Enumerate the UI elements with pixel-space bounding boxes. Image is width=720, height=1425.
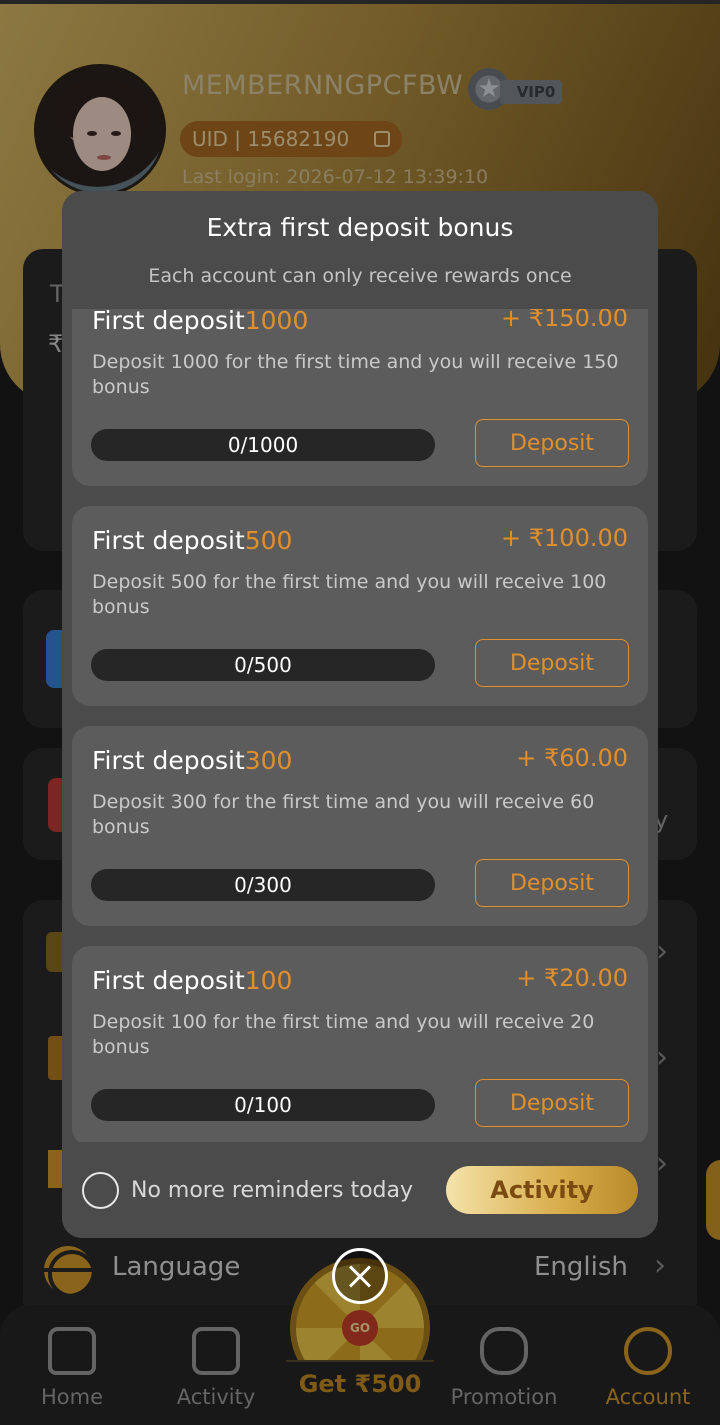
- modal-header: Extra first deposit bonus Each account c…: [62, 191, 658, 309]
- bonus-card-reward: + ₹100.00: [501, 524, 628, 552]
- deposit-button[interactable]: Deposit: [475, 419, 629, 467]
- bonus-card-amount: 100: [244, 966, 293, 995]
- bonus-list[interactable]: First deposit1000 + ₹150.00 Deposit 1000…: [72, 309, 648, 1143]
- bonus-card-progress: 0/500: [91, 649, 435, 681]
- bonus-card-progress: 0/1000: [91, 429, 435, 461]
- no-reminder-label[interactable]: No more reminders today: [131, 1178, 413, 1203]
- bonus-card-reward: + ₹20.00: [516, 964, 628, 992]
- bonus-card-title: First deposit100: [92, 966, 293, 995]
- bonus-card-description: Deposit 300 for the first time and you w…: [92, 791, 595, 838]
- bonus-card-title: First deposit300: [92, 746, 293, 775]
- deposit-button[interactable]: Deposit: [475, 859, 629, 907]
- bonus-card-amount: 300: [244, 746, 293, 775]
- bonus-card: First deposit1000 + ₹150.00 Deposit 1000…: [72, 309, 648, 486]
- bonus-card: First deposit500 + ₹100.00 Deposit 500 f…: [72, 506, 648, 706]
- bonus-card-progress: 0/300: [91, 869, 435, 901]
- bonus-card-description: Deposit 100 for the first time and you w…: [92, 1011, 595, 1058]
- bonus-card: First deposit300 + ₹60.00 Deposit 300 fo…: [72, 726, 648, 926]
- bonus-card-description: Deposit 1000 for the first time and you …: [92, 351, 619, 398]
- bonus-card-progress: 0/100: [91, 1089, 435, 1121]
- first-deposit-bonus-modal: Extra first deposit bonus Each account c…: [62, 191, 658, 1238]
- deposit-button[interactable]: Deposit: [475, 639, 629, 687]
- bonus-card-reward: + ₹150.00: [501, 309, 628, 332]
- bonus-card-amount: 1000: [244, 309, 309, 335]
- bonus-card-amount: 500: [244, 526, 293, 555]
- modal-footer: No more reminders today Activity: [62, 1142, 658, 1238]
- bonus-card-title: First deposit1000: [92, 309, 308, 335]
- close-icon[interactable]: [332, 1248, 388, 1304]
- modal-subtitle: Each account can only receive rewards on…: [148, 265, 572, 287]
- bonus-card: First deposit100 + ₹20.00 Deposit 100 fo…: [72, 946, 648, 1143]
- modal-title: Extra first deposit bonus: [206, 213, 514, 242]
- bonus-card-reward: + ₹60.00: [516, 744, 628, 772]
- no-reminder-radio[interactable]: [82, 1172, 119, 1209]
- bonus-card-title: First deposit500: [92, 526, 293, 555]
- bonus-card-description: Deposit 500 for the first time and you w…: [92, 571, 607, 618]
- activity-button[interactable]: Activity: [446, 1166, 638, 1214]
- deposit-button[interactable]: Deposit: [475, 1079, 629, 1127]
